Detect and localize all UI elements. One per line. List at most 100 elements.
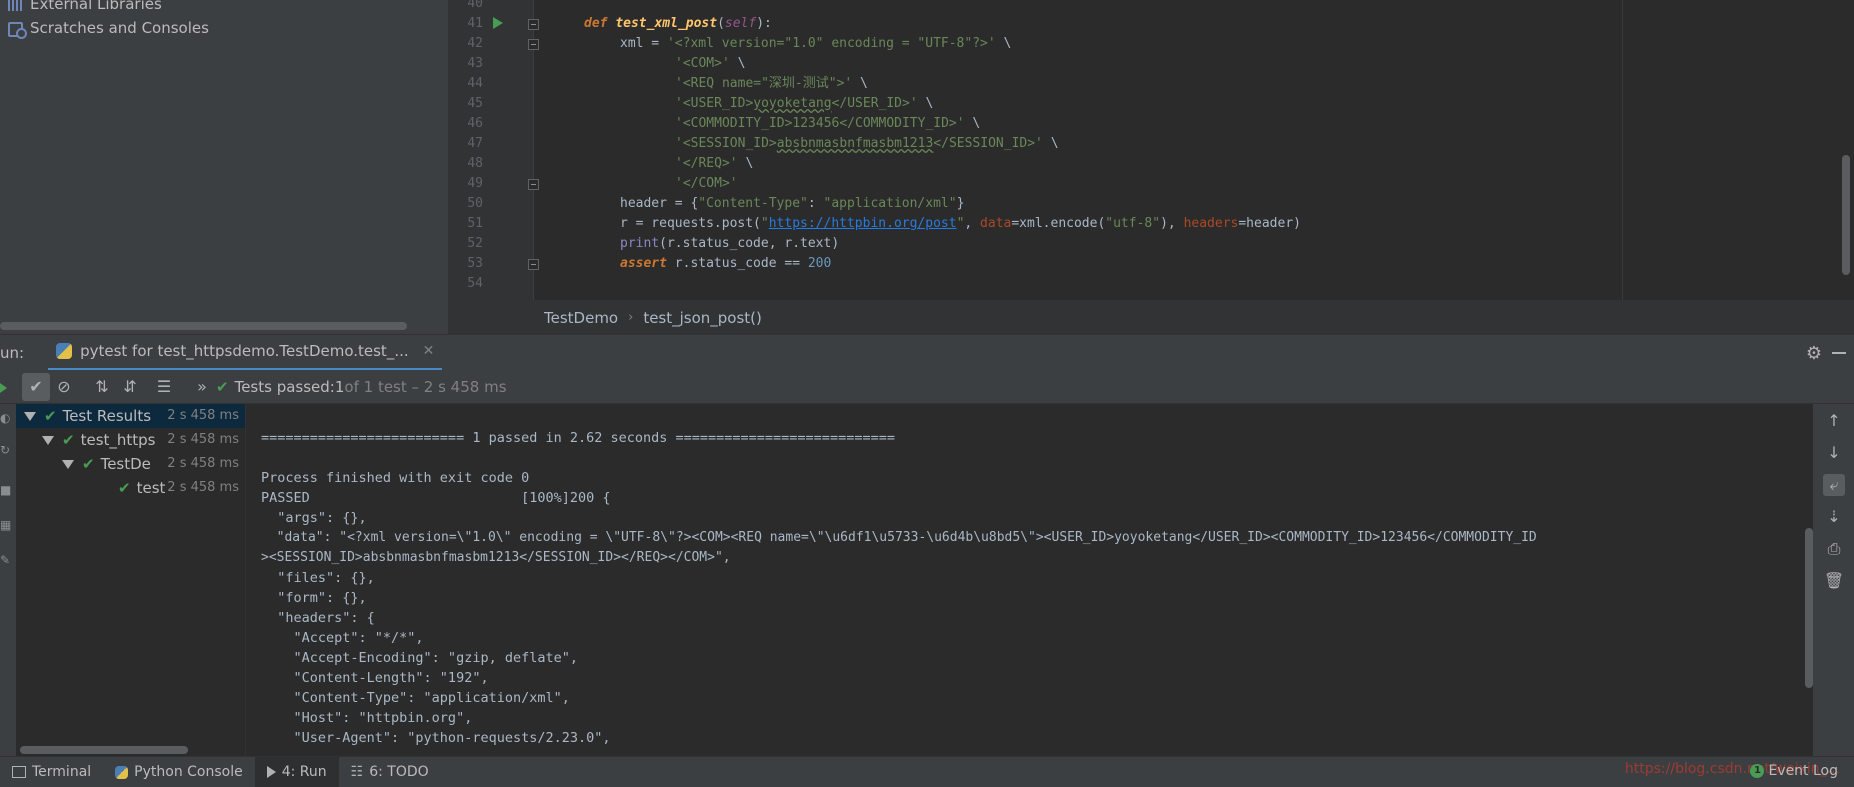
console-output[interactable]: ========================= 1 passed in 2.… xyxy=(247,404,1813,756)
breadcrumb-separator: › xyxy=(628,310,634,325)
project-horizontal-scrollbar[interactable] xyxy=(0,322,407,330)
debug-icon[interactable]: ◐ xyxy=(0,412,12,424)
minimize-icon[interactable] xyxy=(1832,352,1846,354)
event-log-button[interactable]: 1 Event Log xyxy=(1750,763,1838,779)
line-number: 53 xyxy=(467,256,483,271)
tree-item-module[interactable]: ✔ test_https 2 s 458 ms xyxy=(16,428,245,452)
scratches-icon xyxy=(8,20,27,39)
console-actions-strip: ↑ ↓ ⤶ ⇣ ⎙ 🗑 xyxy=(1813,404,1854,756)
print-icon[interactable]: ⎙ xyxy=(1823,538,1845,560)
terminal-tab[interactable]: Terminal xyxy=(0,757,103,787)
line-number: 48 xyxy=(467,156,483,171)
event-log-label: Event Log xyxy=(1768,763,1838,779)
run-tab[interactable]: 4: Run xyxy=(254,756,339,787)
code-line-50: header = {"Content-Type": "application/x… xyxy=(620,196,965,211)
tree-item-test[interactable]: ✔ test_ 2 s 458 ms xyxy=(16,476,245,500)
sort-by-duration-icon[interactable]: ⇵ xyxy=(116,373,144,401)
code-line-52: print(r.status_code, r.text) xyxy=(620,236,840,251)
fold-marker-icon[interactable] xyxy=(528,259,539,270)
console-line: "args": {}, xyxy=(261,510,367,526)
console-line: "Content-Type": "application/xml", xyxy=(261,690,570,706)
show-passed-button[interactable]: ✔ xyxy=(22,372,50,401)
code-line-51: r = requests.post("https://httpbin.org/p… xyxy=(620,216,1301,231)
code-area[interactable]: def test_xml_post(self): xml = '<?xml ve… xyxy=(544,0,1854,300)
console-line: PASSED [100%]200 { xyxy=(261,490,611,506)
code-editor[interactable]: 40 41 42 43 44 45 46 47 48 49 50 51 52 5… xyxy=(448,0,1854,300)
down-arrow-icon[interactable]: ↓ xyxy=(1823,442,1845,464)
expand-triangle-icon[interactable] xyxy=(42,436,54,445)
run-config-tab[interactable]: pytest for test_httpsdemo.TestDemo.test_… xyxy=(48,335,443,371)
todo-list-icon: ☷ xyxy=(350,764,364,780)
show-ignored-button[interactable]: ⊘ xyxy=(50,373,78,401)
rerun-failed-icon[interactable]: ↻ xyxy=(0,444,12,456)
code-line-45: '<USER_ID>yoyoketang</USER_ID>' \ xyxy=(675,96,934,111)
console-line: ========================= 1 passed in 2.… xyxy=(261,430,895,446)
breadcrumb-class[interactable]: TestDemo xyxy=(544,309,618,327)
tree-item-class[interactable]: ✔ TestDe 2 s 458 ms xyxy=(16,452,245,476)
todo-tab[interactable]: ☷ 6: TODO xyxy=(339,757,441,787)
passed-check-icon: ✔ xyxy=(216,377,229,396)
tree-item-label: TestDe xyxy=(100,455,151,473)
console-line: "form": {}, xyxy=(261,590,367,606)
run-test-gutter-icon[interactable] xyxy=(493,17,503,29)
layout-icon[interactable]: ▦ xyxy=(0,519,12,531)
code-line-48: '</REQ>' \ xyxy=(675,156,754,171)
todo-label: 6: TODO xyxy=(369,764,429,780)
scratches-item[interactable]: Scratches and Consoles xyxy=(8,18,209,39)
editor-vertical-scrollbar[interactable] xyxy=(1842,155,1850,275)
python-console-tab[interactable]: Python Console xyxy=(103,757,255,787)
rerun-icon[interactable] xyxy=(0,383,7,393)
pass-check-icon: ✔ xyxy=(118,479,131,497)
right-margin-guide xyxy=(1622,0,1623,300)
expand-triangle-icon[interactable] xyxy=(62,460,74,469)
python-icon xyxy=(115,765,129,779)
soft-wrap-icon[interactable]: ⤶ xyxy=(1823,474,1845,496)
scroll-to-end-icon[interactable]: ⇣ xyxy=(1823,506,1845,528)
console-line: Process finished with exit code 0 xyxy=(261,470,530,486)
event-count-badge: 1 xyxy=(1750,764,1765,778)
line-number: 52 xyxy=(467,236,483,251)
code-line-44: '<REQ name="深圳-测试">' \ xyxy=(675,76,868,91)
run-tool-window-header: un: pytest for test_httpsdemo.TestDemo.t… xyxy=(0,334,1854,371)
scratches-label: Scratches and Consoles xyxy=(30,19,209,37)
line-number: 44 xyxy=(467,76,483,91)
code-line-46: '<COMMODITY_ID>123456</COMMODITY_ID>' \ xyxy=(675,116,981,131)
line-number: 54 xyxy=(467,276,483,291)
tree-item-test-results[interactable]: ✔ Test Results 2 s 458 ms xyxy=(16,404,245,428)
test-results-tree: ✔ Test Results 2 s 458 ms ✔ test_https 2 s… xyxy=(16,404,246,756)
settings-gear-icon[interactable]: ⚙ xyxy=(1806,343,1822,364)
more-actions-icon[interactable]: » xyxy=(188,373,216,401)
run-icon xyxy=(266,766,276,778)
trash-icon[interactable]: 🗑 xyxy=(1823,570,1845,592)
tree-item-time: 2 s 458 ms xyxy=(165,428,239,452)
pin-icon[interactable]: ✎ xyxy=(0,554,12,566)
breadcrumb-method[interactable]: test_json_post() xyxy=(643,309,762,327)
expand-all-icon[interactable]: ☰ xyxy=(150,373,178,401)
expand-triangle-icon[interactable] xyxy=(24,412,36,421)
line-number: 46 xyxy=(467,116,483,131)
console-line: "files": {}, xyxy=(261,570,375,586)
fold-marker-icon[interactable] xyxy=(528,39,539,50)
tests-status: ✔ Tests passed: 1 of 1 test – 2 s 458 ms xyxy=(216,378,507,396)
pass-check-icon: ✔ xyxy=(82,455,95,473)
fold-marker-icon[interactable] xyxy=(528,19,539,30)
code-line-41: def test_xml_post(self): xyxy=(584,16,772,31)
close-tab-icon[interactable]: ✕ xyxy=(423,343,435,359)
line-number: 42 xyxy=(467,36,483,51)
stop-icon[interactable]: ■ xyxy=(0,484,12,496)
tree-item-time: 2 s 458 ms xyxy=(165,476,239,500)
up-arrow-icon[interactable]: ↑ xyxy=(1823,410,1845,432)
tree-horizontal-scrollbar[interactable] xyxy=(20,746,188,754)
external-libraries-item[interactable]: External Libraries xyxy=(8,0,162,14)
tree-item-label: test_https xyxy=(80,431,156,449)
console-vertical-scrollbar[interactable] xyxy=(1805,528,1813,688)
library-icon xyxy=(8,0,24,11)
fold-marker-icon[interactable] xyxy=(528,179,539,190)
run-tab-label: 4: Run xyxy=(281,764,327,780)
line-number: 50 xyxy=(467,196,483,211)
tests-passed-suffix: of 1 test – 2 s 458 ms xyxy=(344,377,507,396)
code-line-43: '<COM>' \ xyxy=(675,56,746,71)
line-number: 47 xyxy=(467,136,483,151)
code-line-42: xml = '<?xml version="1.0" encoding = "U… xyxy=(620,36,1012,51)
sort-alphabetically-icon[interactable]: ⇅ xyxy=(88,373,116,401)
